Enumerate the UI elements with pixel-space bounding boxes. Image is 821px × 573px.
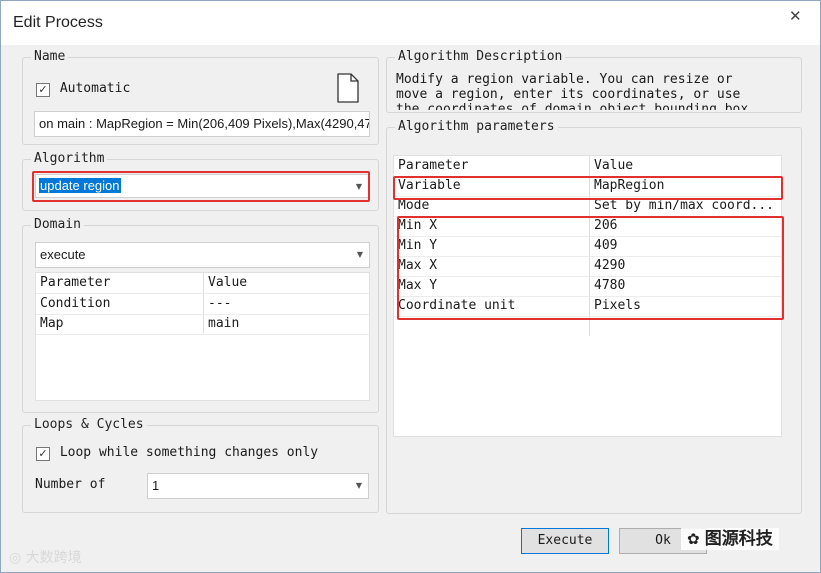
weibo-icon: ◎ [9, 550, 26, 566]
watermark-left-text: 大数跨境 [25, 550, 82, 566]
grid-header: Parameter Value [36, 273, 369, 294]
loop-checkbox[interactable]: ✓ Loop while something changes only [36, 445, 319, 461]
description-group: Algorithm Description Modify a region va… [386, 49, 802, 113]
watermark-left: ◎ 大数跨境 [9, 547, 82, 567]
edit-process-dialog: Edit Process ✕ Name ✓ Automatic on main … [0, 0, 821, 573]
name-legend: Name [31, 49, 69, 64]
domain-params-grid: Parameter Value Condition --- Map main [35, 272, 370, 401]
row-param: Mode [398, 198, 430, 213]
algorithm-legend: Algorithm [31, 151, 108, 166]
loop-label: Loop while something changes only [59, 445, 319, 460]
header-parameter: Parameter [398, 158, 469, 173]
chevron-down-icon: ▼ [355, 481, 362, 490]
description-legend: Algorithm Description [395, 49, 566, 64]
name-group: Name ✓ Automatic on main : MapRegion = M… [22, 49, 379, 145]
wechat-icon: ✿ [687, 530, 705, 548]
process-name-text: on main : MapRegion = Min(206,409 Pixels… [39, 116, 370, 131]
domain-legend: Domain [31, 217, 84, 232]
number-of-select[interactable]: 1 ▼ [147, 473, 369, 499]
execute-button[interactable]: Execute [521, 528, 609, 554]
loops-group: Loops & Cycles ✓ Loop while something ch… [22, 417, 379, 513]
annotation-box-variable [393, 176, 783, 200]
table-row[interactable]: Condition --- [36, 294, 369, 315]
watermark-right-text: 图源科技 [704, 529, 773, 549]
description-line: the coordinates of domain object boundin… [396, 102, 749, 110]
loops-legend: Loops & Cycles [31, 417, 147, 432]
annotation-box-algorithm [32, 171, 370, 202]
domain-selected: execute [40, 247, 86, 262]
header-value: Value [208, 275, 248, 290]
watermark-right: ✿ 图源科技 [681, 528, 779, 550]
row-value: --- [208, 296, 232, 311]
domain-select[interactable]: execute ▼ [35, 242, 370, 268]
description-line: Modify a region variable. You can resize… [396, 72, 733, 87]
table-row[interactable]: Map main [36, 314, 369, 335]
close-icon[interactable]: ✕ [789, 7, 802, 25]
row-value: Set by min/max coord... [594, 198, 775, 213]
row-param: Map [40, 316, 64, 331]
dialog-title: Edit Process [13, 14, 103, 31]
title-bar: Edit Process ✕ [1, 1, 820, 45]
header-parameter: Parameter [40, 275, 111, 290]
description-text: Modify a region variable. You can resize… [396, 72, 796, 110]
domain-group: Domain execute ▼ Parameter Value Conditi… [22, 217, 379, 413]
check-icon: ✓ [36, 83, 50, 97]
process-name-field[interactable]: on main : MapRegion = Min(206,409 Pixels… [34, 111, 370, 137]
chevron-down-icon: ▼ [356, 250, 363, 259]
automatic-label: Automatic [59, 81, 131, 96]
document-icon [337, 73, 359, 103]
grid-header: Parameter Value [394, 156, 781, 177]
annotation-box-coordinates [397, 216, 784, 320]
check-icon: ✓ [36, 447, 50, 461]
row-value: main [208, 316, 240, 331]
header-value: Value [594, 158, 634, 173]
automatic-checkbox[interactable]: ✓ Automatic [36, 81, 131, 97]
row-param: Condition [40, 296, 111, 311]
description-line: move a region, enter its coordinates, or… [396, 87, 741, 102]
params-legend: Algorithm parameters [395, 119, 558, 134]
number-of-value: 1 [152, 478, 160, 493]
number-of-label: Number of [35, 477, 106, 492]
